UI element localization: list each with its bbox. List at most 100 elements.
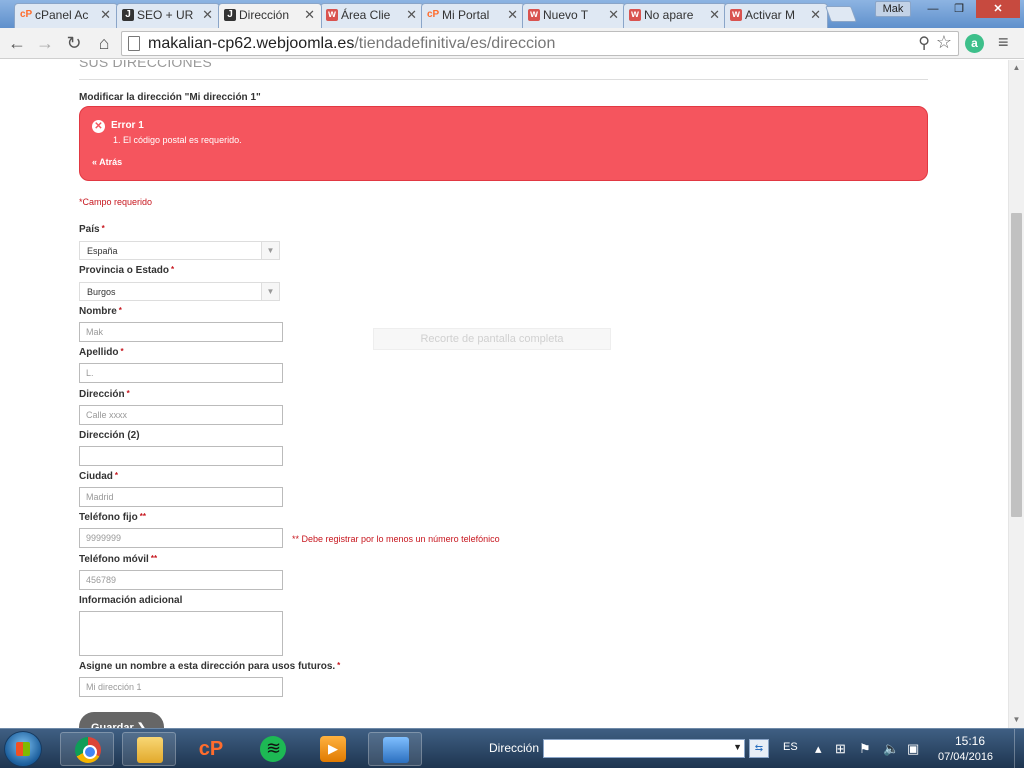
forward-arrow-icon[interactable]: →: [34, 32, 56, 54]
required-mark: *: [118, 306, 122, 315]
tab-activar[interactable]: w Activar M ✕: [724, 3, 828, 28]
close-icon[interactable]: ✕: [810, 7, 821, 23]
menu-icon[interactable]: ≡: [998, 32, 1009, 53]
required-mark: *: [126, 389, 130, 398]
tab-mi-portal[interactable]: cP Mi Portal ✕: [421, 3, 525, 28]
required-field-note: *Campo requerido: [79, 197, 153, 207]
page-scrollbar[interactable]: ▲ ▼: [1008, 60, 1024, 728]
form-subtitle: Modificar la dirección "Mi dirección 1": [79, 92, 261, 103]
mobile-input[interactable]: 456789: [79, 570, 283, 590]
scroll-down-arrow-icon[interactable]: ▼: [1009, 712, 1024, 728]
close-icon[interactable]: ✕: [100, 7, 111, 23]
first-name-label: Nombre *: [79, 306, 122, 317]
extension-icon[interactable]: a: [965, 34, 984, 53]
chevron-down-icon[interactable]: ▼: [733, 742, 742, 752]
close-icon[interactable]: ✕: [304, 7, 315, 23]
select-value: Burgos: [87, 287, 116, 297]
first-name-input[interactable]: Mak: [79, 322, 283, 342]
tab-direccion[interactable]: J Dirección ✕: [218, 3, 322, 28]
address-input[interactable]: Calle xxxx: [79, 405, 283, 425]
province-select[interactable]: Burgos ▼: [79, 282, 280, 301]
close-icon[interactable]: ✕: [608, 7, 619, 23]
show-desktop-button[interactable]: [1014, 729, 1024, 768]
address2-input[interactable]: [79, 446, 283, 466]
chrome-icon: [75, 737, 101, 763]
save-button[interactable]: Guardar ❯: [79, 712, 164, 728]
address-go-icon[interactable]: ⇆: [749, 739, 769, 758]
clock-date[interactable]: 07/04/2016: [938, 751, 993, 763]
alias-input[interactable]: Mi dirección 1: [79, 677, 283, 697]
back-arrow-icon[interactable]: ←: [6, 32, 28, 54]
address-bar[interactable]: makalian-cp62.webjoomla.es/tiendadefinit…: [121, 31, 959, 56]
chevron-down-icon[interactable]: ▼: [261, 283, 279, 300]
additional-info-textarea[interactable]: [79, 611, 283, 656]
minimize-button[interactable]: —: [920, 0, 946, 18]
home-icon[interactable]: ⌂: [93, 32, 115, 54]
tab-nuevo[interactable]: w Nuevo T ✕: [522, 3, 626, 28]
required-mark: *: [337, 661, 341, 670]
url-path: /tiendadefinitiva/es/direccion: [354, 35, 556, 52]
zoom-icon[interactable]: ⚲: [918, 33, 930, 53]
label-text: Ciudad: [79, 471, 113, 482]
taskbar-spotify[interactable]: [246, 732, 300, 766]
close-icon[interactable]: ✕: [709, 7, 720, 23]
reload-icon[interactable]: ↻: [63, 32, 85, 54]
tab-label: Área Clie: [341, 8, 391, 22]
control-panel-icon: [383, 737, 409, 763]
action-center-flag-icon[interactable]: ⚑: [859, 741, 871, 757]
close-icon[interactable]: ✕: [406, 7, 417, 23]
landline-input[interactable]: 9999999: [79, 528, 283, 548]
bookmark-star-icon[interactable]: ☆: [936, 32, 952, 53]
error-message-box: ✕ Error 1 1. El código postal es requeri…: [79, 106, 928, 181]
tab-label: Activar M: [745, 8, 796, 22]
page-viewport: SUS DIRECCIONES Modificar la dirección "…: [0, 60, 1008, 728]
chevron-down-icon[interactable]: ▼: [261, 242, 279, 259]
close-icon[interactable]: ✕: [507, 7, 518, 23]
tab-seo[interactable]: J SEO + UR ✕: [116, 3, 220, 28]
alias-label: Asigne un nombre a esta dirección para u…: [79, 661, 340, 672]
country-label: País *: [79, 224, 105, 235]
restore-button[interactable]: ❐: [946, 0, 972, 18]
joomla-icon: J: [122, 9, 134, 21]
language-indicator[interactable]: ES: [783, 741, 798, 753]
error-title: Error 1: [111, 120, 144, 131]
windows-flag-icon[interactable]: ⊞: [835, 741, 846, 757]
tab-no-aparece[interactable]: w No apare ✕: [623, 3, 727, 28]
taskbar-cpanel[interactable]: cP: [184, 732, 238, 766]
clock-time[interactable]: 15:16: [955, 734, 985, 748]
phone-note: ** Debe registrar por lo menos un número…: [292, 534, 500, 544]
tab-label: No apare: [644, 8, 694, 22]
label-text: Apellido: [79, 347, 119, 358]
profile-button[interactable]: Mak: [875, 1, 911, 17]
address-toolbar-input[interactable]: ▼: [543, 739, 745, 758]
tab-label: Nuevo T: [543, 8, 589, 22]
last-name-input[interactable]: L.: [79, 363, 283, 383]
spotify-icon: [260, 736, 286, 762]
window-close-button[interactable]: ✕: [976, 0, 1020, 18]
taskbar-chrome[interactable]: [60, 732, 114, 766]
tab-cpanel[interactable]: cP cPanel Ac ✕: [14, 3, 118, 28]
tab-label: Dirección: [239, 8, 290, 22]
network-icon[interactable]: ▣: [907, 741, 919, 757]
scroll-thumb[interactable]: [1011, 213, 1022, 517]
error-item: 1. El código postal es requerido.: [113, 135, 242, 145]
city-input[interactable]: Madrid: [79, 487, 283, 507]
new-tab-button[interactable]: [825, 6, 857, 22]
tray-chevron-icon[interactable]: ▴: [815, 741, 822, 757]
taskbar-explorer[interactable]: [122, 732, 176, 766]
error-x-icon: ✕: [92, 120, 105, 133]
phone-required-mark: **: [139, 512, 146, 521]
url-text[interactable]: makalian-cp62.webjoomla.es/tiendadefinit…: [148, 35, 555, 53]
mobile-label: Teléfono móvil **: [79, 554, 157, 565]
volume-icon[interactable]: 🔈: [883, 741, 899, 757]
tab-strip: cP cPanel Ac ✕ J SEO + UR ✕ J Dirección …: [0, 0, 1024, 28]
tab-area-cliente[interactable]: w Área Clie ✕: [320, 3, 424, 28]
close-icon[interactable]: ✕: [202, 7, 213, 23]
scroll-up-arrow-icon[interactable]: ▲: [1009, 60, 1024, 76]
country-select[interactable]: España ▼: [79, 241, 280, 260]
taskbar-control-panel[interactable]: [368, 732, 422, 766]
browser-toolbar: ← → ↻ ⌂ makalian-cp62.webjoomla.es/tiend…: [0, 28, 1024, 59]
start-button[interactable]: [4, 731, 42, 767]
taskbar-media-player[interactable]: [306, 732, 360, 766]
back-link[interactable]: « Atrás: [92, 157, 122, 167]
